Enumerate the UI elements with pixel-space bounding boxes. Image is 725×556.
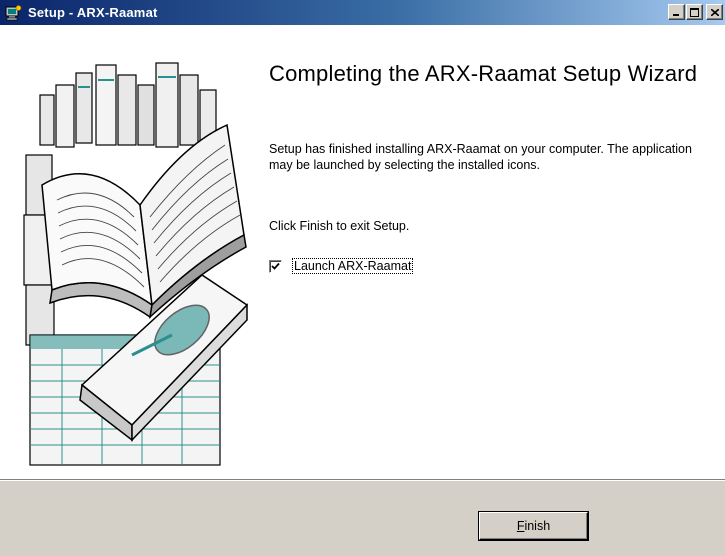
finished-message: Setup has finished installing ARX-Raamat… xyxy=(269,142,692,172)
minimize-button[interactable] xyxy=(668,4,685,20)
window-title: Setup - ARX-Raamat xyxy=(28,5,158,20)
title-bar[interactable]: Setup - ARX-Raamat xyxy=(0,0,725,25)
launch-checkbox[interactable] xyxy=(269,259,282,273)
maximize-icon xyxy=(690,7,699,17)
finish-button[interactable]: Finish xyxy=(479,512,588,540)
wizard-content: Completing the ARX-Raamat Setup Wizard S… xyxy=(0,25,725,481)
maximize-button[interactable] xyxy=(686,4,703,20)
setup-window: Setup - ARX-Raamat Completing the ARX-Ra… xyxy=(0,0,725,556)
checkmark-icon xyxy=(271,262,280,270)
setup-computer-icon xyxy=(5,4,22,20)
finish-accelerator: F xyxy=(516,519,525,533)
close-button[interactable] xyxy=(706,4,723,20)
close-icon xyxy=(710,8,719,16)
window-controls xyxy=(667,4,723,20)
finish-label-rest: inish xyxy=(524,519,551,533)
button-bar: Finish xyxy=(0,482,725,556)
exit-instruction: Click Finish to exit Setup. xyxy=(269,219,410,233)
launch-checkbox-label[interactable]: Launch ARX-Raamat xyxy=(291,258,414,274)
launch-option[interactable]: Launch ARX-Raamat xyxy=(269,258,414,274)
wizard-heading: Completing the ARX-Raamat Setup Wizard xyxy=(269,61,698,86)
shelf-books xyxy=(39,62,217,148)
books-illustration xyxy=(23,62,249,466)
minimize-icon xyxy=(672,14,679,16)
